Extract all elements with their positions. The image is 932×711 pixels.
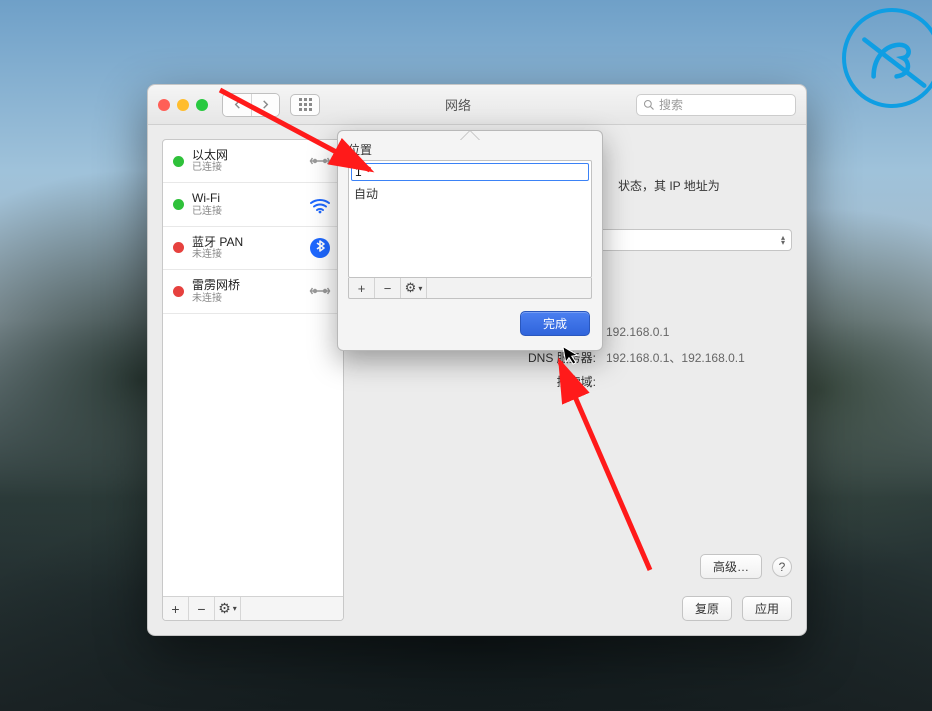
bluetooth-icon bbox=[307, 237, 333, 259]
location-item[interactable]: 自动 bbox=[349, 183, 591, 204]
apply-button[interactable]: 应用 bbox=[742, 596, 792, 621]
chevron-down-icon: ▾ bbox=[233, 604, 237, 613]
help-button[interactable]: ? bbox=[772, 557, 792, 577]
service-state: 未连接 bbox=[192, 249, 299, 261]
forward-button[interactable] bbox=[251, 94, 279, 116]
stepper-icon: ▴▾ bbox=[781, 235, 785, 245]
service-name: 蓝牙 PAN bbox=[192, 235, 299, 249]
location-editor-popover: 位置 1 自动 + − ⚙︎▾ 完成 bbox=[337, 130, 603, 351]
service-state: 已连接 bbox=[192, 206, 299, 218]
remove-location-button[interactable]: − bbox=[375, 278, 401, 298]
service-name: 以太网 bbox=[192, 148, 299, 162]
nav-back-forward bbox=[222, 93, 280, 117]
search-domain-row: 搜索域: bbox=[356, 373, 606, 390]
service-name: 雷雳网桥 bbox=[192, 278, 299, 292]
search-icon bbox=[643, 99, 655, 111]
close-window-button[interactable] bbox=[158, 99, 170, 111]
network-services-sidebar: 以太网 已连接 Wi-Fi 已连接 bbox=[162, 139, 344, 621]
search-placeholder: 搜索 bbox=[659, 96, 683, 113]
service-row-ethernet[interactable]: 以太网 已连接 bbox=[163, 140, 343, 183]
location-actions-menu[interactable]: ⚙︎▾ bbox=[401, 278, 427, 298]
network-services-list: 以太网 已连接 Wi-Fi 已连接 bbox=[163, 140, 343, 596]
revert-button[interactable]: 复原 bbox=[682, 596, 732, 621]
status-dot-icon bbox=[173, 199, 184, 210]
status-message: 状态，其 IP 地址为 bbox=[618, 177, 720, 194]
router-value: 192.168.0.1 bbox=[606, 325, 669, 342]
zoom-window-button[interactable] bbox=[196, 99, 208, 111]
traffic-lights bbox=[158, 99, 208, 111]
dns-value: 192.168.0.1、192.168.0.1 bbox=[606, 349, 745, 366]
service-row-wifi[interactable]: Wi-Fi 已连接 bbox=[163, 183, 343, 226]
apply-row: 复原 应用 bbox=[682, 596, 792, 621]
service-state: 未连接 bbox=[192, 293, 299, 305]
advanced-row: 高级… ? bbox=[700, 554, 792, 579]
ethernet-icon bbox=[307, 150, 333, 172]
add-service-button[interactable]: + bbox=[163, 597, 189, 621]
advanced-button[interactable]: 高级… bbox=[700, 554, 762, 579]
gear-icon: ⚙︎ bbox=[218, 600, 231, 617]
chevron-down-icon: ▾ bbox=[418, 284, 422, 293]
dns-label: DNS 服务器: bbox=[356, 349, 596, 366]
back-button[interactable] bbox=[223, 94, 251, 116]
sidebar-actions-menu[interactable]: ⚙︎ ▾ bbox=[215, 597, 241, 621]
service-row-bluetooth-pan[interactable]: 蓝牙 PAN 未连接 bbox=[163, 227, 343, 270]
location-list[interactable]: 1 自动 bbox=[348, 160, 592, 278]
search-field[interactable]: 搜索 bbox=[636, 94, 796, 116]
watermark-emblem bbox=[842, 8, 932, 108]
search-domain-label: 搜索域: bbox=[356, 373, 596, 390]
ethernet-icon bbox=[307, 280, 333, 302]
minimize-window-button[interactable] bbox=[177, 99, 189, 111]
location-toolbar: + − ⚙︎▾ bbox=[348, 278, 592, 299]
status-dot-icon bbox=[173, 156, 184, 167]
service-name: Wi-Fi bbox=[192, 191, 299, 205]
status-dot-icon bbox=[173, 286, 184, 297]
window-title: 网络 bbox=[290, 95, 626, 114]
status-dot-icon bbox=[173, 242, 184, 253]
dns-row: DNS 服务器: 192.168.0.1、192.168.0.1 bbox=[356, 349, 745, 366]
remove-service-button[interactable]: − bbox=[189, 597, 215, 621]
location-label: 位置 bbox=[348, 141, 592, 158]
service-row-thunderbolt-bridge[interactable]: 雷雳网桥 未连接 bbox=[163, 270, 343, 313]
gear-icon: ⚙︎ bbox=[405, 280, 417, 296]
add-location-button[interactable]: + bbox=[349, 278, 375, 298]
done-button[interactable]: 完成 bbox=[520, 311, 590, 336]
sidebar-toolbar: + − ⚙︎ ▾ bbox=[163, 596, 343, 620]
window-titlebar: 网络 搜索 bbox=[148, 85, 806, 125]
service-state: 已连接 bbox=[192, 162, 299, 174]
wifi-icon bbox=[307, 194, 333, 216]
location-name-input[interactable]: 1 bbox=[351, 163, 589, 181]
